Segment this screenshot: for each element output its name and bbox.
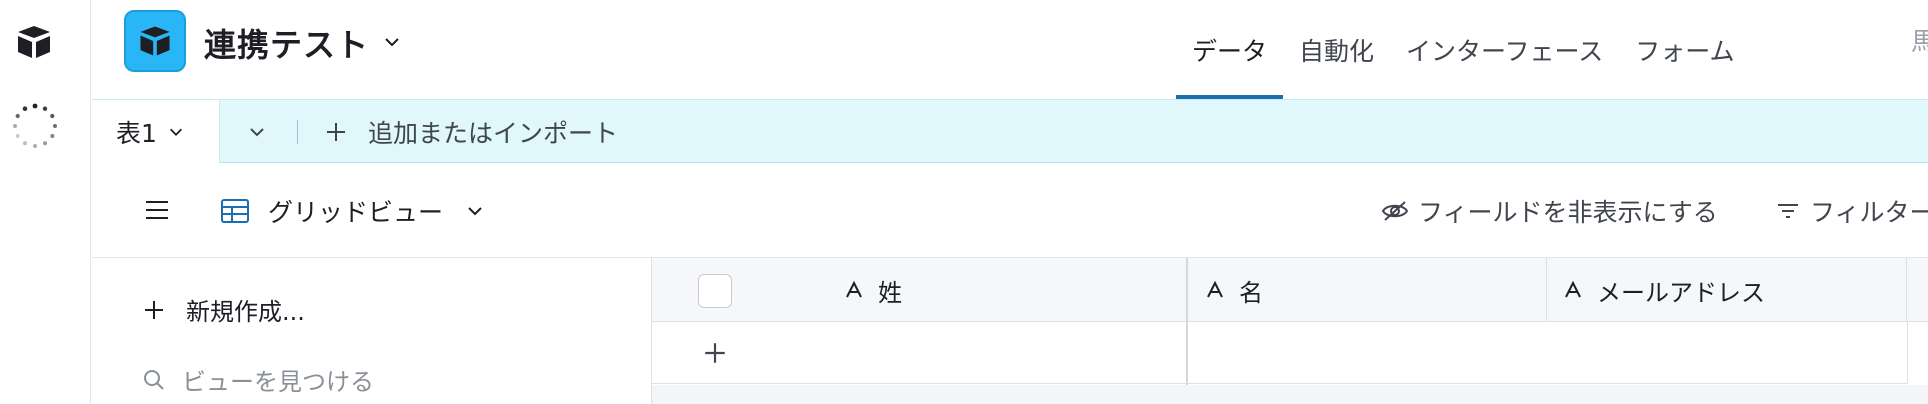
filter-label: フィルター	[1810, 198, 1928, 227]
grid-empty-area	[652, 385, 1928, 404]
hide-fields-label: フィールドを非表示にする	[1418, 198, 1718, 227]
search-icon	[144, 369, 164, 390]
loading-spinner-icon	[10, 101, 60, 151]
text-field-icon	[1207, 280, 1223, 298]
find-view-placeholder: ビューを見つける	[182, 368, 374, 396]
eye-slash-icon	[1381, 201, 1409, 221]
add-or-import-button[interactable]: 追加またはインポート	[324, 100, 618, 164]
base-name[interactable]: 連携テスト	[204, 20, 369, 66]
add-record-row[interactable]	[652, 322, 1907, 384]
nav-tab-automation[interactable]: 自動化	[1283, 0, 1390, 99]
nav-tab-label: フォーム	[1635, 36, 1735, 66]
table-tab-label: 表1	[116, 119, 157, 148]
plus-icon	[327, 123, 345, 141]
find-view-search[interactable]: ビューを見つける	[142, 362, 374, 397]
all-tables-chevron-icon[interactable]	[247, 122, 267, 142]
hamburger-menu-icon[interactable]	[144, 199, 170, 221]
chevron-down-icon[interactable]	[382, 32, 402, 52]
plus-icon[interactable]	[702, 340, 728, 366]
data-grid: 姓 名 メールアドレス	[652, 258, 1928, 404]
column-header-last-name[interactable]: 姓	[652, 258, 1187, 322]
airtable-logo-icon[interactable]	[12, 20, 56, 64]
chevron-down-icon[interactable]	[167, 123, 185, 141]
filter-icon	[1778, 204, 1798, 218]
column-header-first-name[interactable]: 名	[1187, 258, 1547, 322]
filter-button[interactable]: フィルター	[1776, 185, 1928, 237]
hide-fields-button[interactable]: フィールドを非表示にする	[1380, 185, 1718, 237]
nav-tab-data[interactable]: データ	[1176, 0, 1284, 99]
column-header-label: 名	[1239, 278, 1263, 307]
column-header-email[interactable]: メールアドレス	[1547, 258, 1907, 322]
grid-view-icon	[221, 199, 249, 223]
create-new-view-button[interactable]: 新規作成...	[142, 292, 305, 327]
divider	[1907, 322, 1908, 384]
text-field-icon	[846, 280, 862, 298]
chevron-down-icon	[468, 207, 482, 216]
frozen-column-divider	[1186, 258, 1188, 404]
nav-tab-form[interactable]: フォーム	[1619, 0, 1750, 99]
nav-tab-label: 自動化	[1299, 36, 1375, 66]
view-bar: グリッドビュー フィールドを非表示にする フィルター	[92, 163, 1928, 258]
nav-tab-label: データ	[1192, 36, 1268, 66]
left-rail	[0, 0, 91, 404]
divider	[297, 120, 298, 144]
column-header-label: メールアドレス	[1597, 278, 1765, 307]
view-name: グリッドビュー	[268, 198, 444, 227]
add-or-import-label: 追加またはインポート	[368, 119, 619, 148]
table-tab[interactable]: 表1	[92, 100, 220, 164]
views-sidebar: 新規作成... ビューを見つける	[92, 258, 652, 404]
nav-tab-interface[interactable]: インターフェース	[1390, 0, 1619, 99]
nav-overflow-text: 馬	[1910, 27, 1928, 56]
top-nav: データ 自動化 インターフェース フォーム	[1176, 0, 1751, 99]
app-header: 連携テスト データ 自動化 インターフェース フォーム 馬	[92, 0, 1928, 99]
text-field-icon	[1565, 280, 1581, 298]
create-new-view-label: 新規作成...	[186, 298, 305, 326]
view-switcher[interactable]: グリッドビュー	[220, 185, 485, 237]
plus-icon	[145, 300, 163, 319]
table-bar: 表1 追加またはインポート	[92, 99, 1928, 164]
nav-tab-label: インターフェース	[1406, 36, 1604, 66]
grid-header: 姓 名 メールアドレス	[652, 258, 1928, 322]
base-cube-icon[interactable]	[124, 10, 186, 72]
column-header-label: 姓	[878, 278, 902, 307]
